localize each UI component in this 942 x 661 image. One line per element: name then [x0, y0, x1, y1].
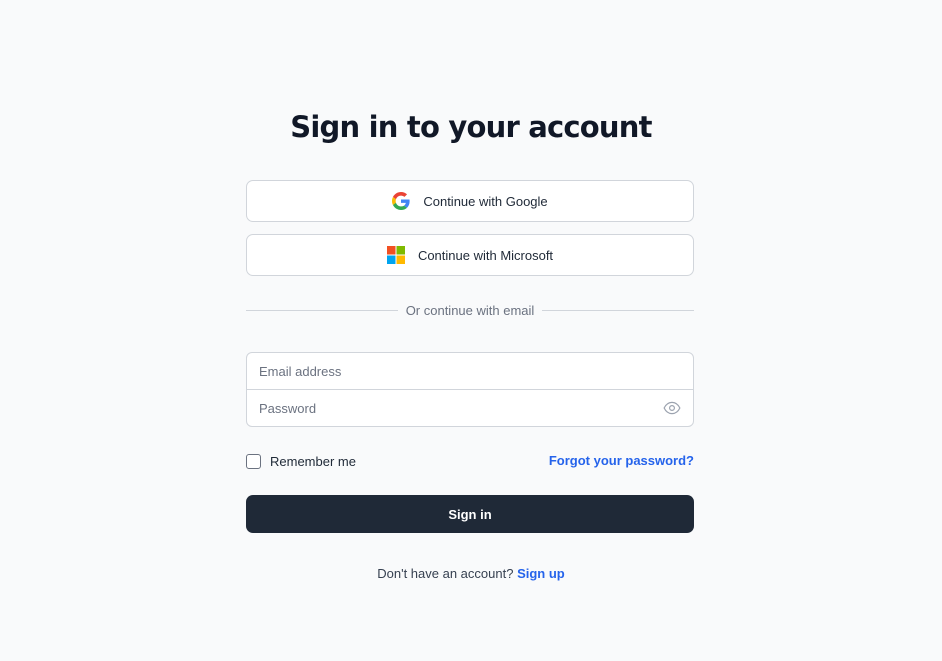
sign-in-button[interactable]: Sign in	[246, 495, 694, 533]
password-field[interactable]	[247, 390, 693, 427]
microsoft-logo-icon	[386, 246, 405, 264]
password-row	[247, 390, 693, 427]
sign-up-link[interactable]: Sign up	[517, 566, 565, 581]
divider-line-left	[246, 309, 398, 311]
microsoft-button-label: Continue with Microsoft	[417, 247, 554, 263]
email-divider: Or continue with email	[246, 300, 694, 320]
continue-with-microsoft-button[interactable]: Continue with Microsoft	[246, 234, 694, 276]
google-button-label: Continue with Google	[423, 193, 548, 209]
divider-text: Or continue with email	[405, 302, 535, 318]
continue-with-google-button[interactable]: Continue with Google	[246, 180, 694, 222]
google-logo-icon	[392, 192, 410, 210]
signup-prompt: Don't have an account? Sign up	[0, 566, 942, 581]
signup-prompt-text: Don't have an account?	[377, 566, 514, 581]
page-title: Sign in to your account	[290, 110, 652, 144]
divider-line-right	[542, 309, 694, 311]
remember-me-label: Remember me	[270, 453, 356, 469]
email-row	[247, 353, 693, 390]
forgot-password-link[interactable]: Forgot your password?	[549, 452, 694, 470]
sign-in-page: Sign in to your account Continue with Go…	[0, 0, 942, 661]
email-field[interactable]	[247, 353, 693, 389]
eye-icon[interactable]	[663, 400, 681, 416]
credentials-field-group	[246, 352, 694, 427]
remember-me-checkbox[interactable]	[246, 453, 261, 469]
remember-me[interactable]: Remember me	[246, 452, 356, 470]
